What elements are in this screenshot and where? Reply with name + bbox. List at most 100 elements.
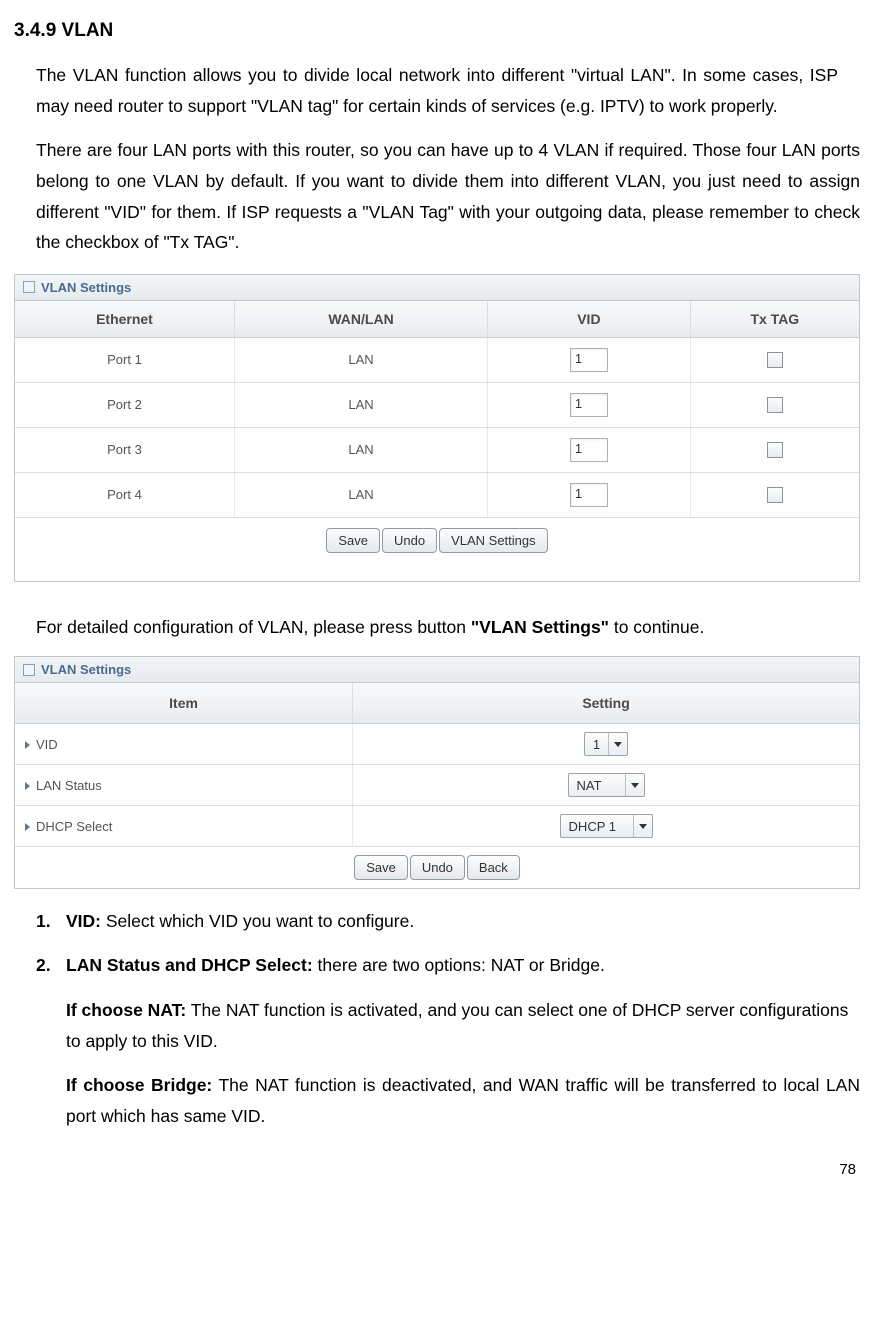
cell-txtag	[690, 337, 859, 382]
sub-bold: If choose NAT:	[66, 1000, 186, 1020]
select-value: NAT	[569, 778, 625, 793]
list-bold: VID:	[66, 911, 101, 931]
panel-title-text: VLAN Settings	[41, 662, 131, 677]
cell-ethernet: Port 2	[15, 382, 234, 427]
table-row: Port 4 LAN 1	[15, 472, 859, 517]
setting-cell: 1	[353, 724, 859, 765]
panel-title: VLAN Settings	[15, 657, 859, 683]
mid-paragraph: For detailed configuration of VLAN, plea…	[36, 612, 838, 643]
cell-ethernet: Port 4	[15, 472, 234, 517]
sub-paragraph: If choose NAT: The NAT function is activ…	[66, 995, 860, 1056]
cell-txtag	[690, 472, 859, 517]
intro-paragraph-2: There are four LAN ports with this route…	[36, 135, 860, 258]
table-row: Port 1 LAN 1	[15, 337, 859, 382]
intro-paragraph-1: The VLAN function allows you to divide l…	[36, 60, 838, 121]
mid-text-post: to continue.	[609, 617, 704, 637]
sub-paragraph: If choose Bridge: The NAT function is de…	[66, 1070, 860, 1131]
col-setting: Setting	[353, 683, 859, 724]
cell-txtag	[690, 427, 859, 472]
mid-text-pre: For detailed configuration of VLAN, plea…	[36, 617, 471, 637]
table-row: LAN Status NAT	[15, 765, 859, 806]
mid-text-bold: "VLAN Settings"	[471, 617, 609, 637]
txtag-checkbox[interactable]	[767, 487, 783, 503]
list-number: 2.	[36, 951, 66, 981]
back-button[interactable]: Back	[467, 855, 520, 880]
cell-ethernet: Port 1	[15, 337, 234, 382]
col-txtag: Tx TAG	[690, 301, 859, 338]
setting-cell: DHCP 1	[353, 806, 859, 847]
save-button[interactable]: Save	[354, 855, 408, 880]
vid-input[interactable]: 1	[570, 393, 608, 417]
panel-title-icon	[23, 664, 35, 676]
vlan-ports-figure: VLAN Settings Ethernet WAN/LAN VID Tx TA…	[14, 274, 860, 582]
cell-vid: 1	[488, 382, 691, 427]
cell-vid: 1	[488, 472, 691, 517]
undo-button[interactable]: Undo	[410, 855, 465, 880]
table-row: Port 2 LAN 1	[15, 382, 859, 427]
vlan-settings-figure: VLAN Settings Item Setting VID 1 LAN Sta…	[14, 656, 860, 889]
vlan-settings-table: Item Setting VID 1 LAN Status NAT	[15, 683, 859, 888]
vlan-ports-table: Ethernet WAN/LAN VID Tx TAG Port 1 LAN 1…	[15, 301, 859, 563]
page-number: 78	[14, 1161, 860, 1178]
cell-wanlan: LAN	[234, 382, 487, 427]
list-item: 1.VID: Select which VID you want to conf…	[36, 907, 860, 937]
list-bold: LAN Status and DHCP Select:	[66, 955, 313, 975]
save-button[interactable]: Save	[326, 528, 380, 553]
chevron-down-icon	[625, 774, 644, 796]
item-label: LAN Status	[36, 778, 102, 793]
list-text: Select which VID you want to configure.	[101, 911, 414, 931]
cell-wanlan: LAN	[234, 427, 487, 472]
list-number: 1.	[36, 907, 66, 937]
triangle-icon	[25, 782, 30, 790]
vid-input[interactable]: 1	[570, 483, 608, 507]
lan-status-select[interactable]: NAT	[568, 773, 645, 797]
panel-spacer	[15, 563, 859, 581]
vlan-settings-panel: VLAN Settings Item Setting VID 1 LAN Sta…	[14, 656, 860, 889]
undo-button[interactable]: Undo	[382, 528, 437, 553]
item-cell: LAN Status	[15, 765, 353, 806]
numbered-list: 1.VID: Select which VID you want to conf…	[14, 907, 860, 1131]
chevron-down-icon	[608, 733, 627, 755]
chevron-down-icon	[633, 815, 652, 837]
vlan-settings-button[interactable]: VLAN Settings	[439, 528, 548, 553]
table-row: VID 1	[15, 724, 859, 765]
vid-input[interactable]: 1	[570, 348, 608, 372]
col-vid: VID	[488, 301, 691, 338]
select-value: 1	[585, 737, 608, 752]
sub-bold: If choose Bridge:	[66, 1075, 212, 1095]
cell-vid: 1	[488, 427, 691, 472]
table-row: Port 3 LAN 1	[15, 427, 859, 472]
table-row: DHCP Select DHCP 1	[15, 806, 859, 847]
table-header-row: Ethernet WAN/LAN VID Tx TAG	[15, 301, 859, 338]
list-text: there are two options: NAT or Bridge.	[313, 955, 605, 975]
cell-wanlan: LAN	[234, 337, 487, 382]
panel-title-text: VLAN Settings	[41, 280, 131, 295]
col-ethernet: Ethernet	[15, 301, 234, 338]
col-item: Item	[15, 683, 353, 724]
setting-cell: NAT	[353, 765, 859, 806]
dhcp-select[interactable]: DHCP 1	[560, 814, 653, 838]
triangle-icon	[25, 823, 30, 831]
item-cell: DHCP Select	[15, 806, 353, 847]
cell-vid: 1	[488, 337, 691, 382]
col-wanlan: WAN/LAN	[234, 301, 487, 338]
item-cell: VID	[15, 724, 353, 765]
txtag-checkbox[interactable]	[767, 397, 783, 413]
cell-txtag	[690, 382, 859, 427]
vlan-ports-panel: VLAN Settings Ethernet WAN/LAN VID Tx TA…	[14, 274, 860, 582]
vid-select[interactable]: 1	[584, 732, 628, 756]
list-item: 2.LAN Status and DHCP Select: there are …	[36, 951, 860, 981]
txtag-checkbox[interactable]	[767, 442, 783, 458]
item-label: VID	[36, 737, 58, 752]
cell-wanlan: LAN	[234, 472, 487, 517]
button-row: SaveUndoVLAN Settings	[15, 517, 859, 563]
cell-ethernet: Port 3	[15, 427, 234, 472]
triangle-icon	[25, 741, 30, 749]
item-label: DHCP Select	[36, 819, 112, 834]
select-value: DHCP 1	[561, 819, 633, 834]
button-row: SaveUndoBack	[15, 847, 859, 889]
txtag-checkbox[interactable]	[767, 352, 783, 368]
vid-input[interactable]: 1	[570, 438, 608, 462]
panel-title-icon	[23, 281, 35, 293]
panel-title: VLAN Settings	[15, 275, 859, 301]
